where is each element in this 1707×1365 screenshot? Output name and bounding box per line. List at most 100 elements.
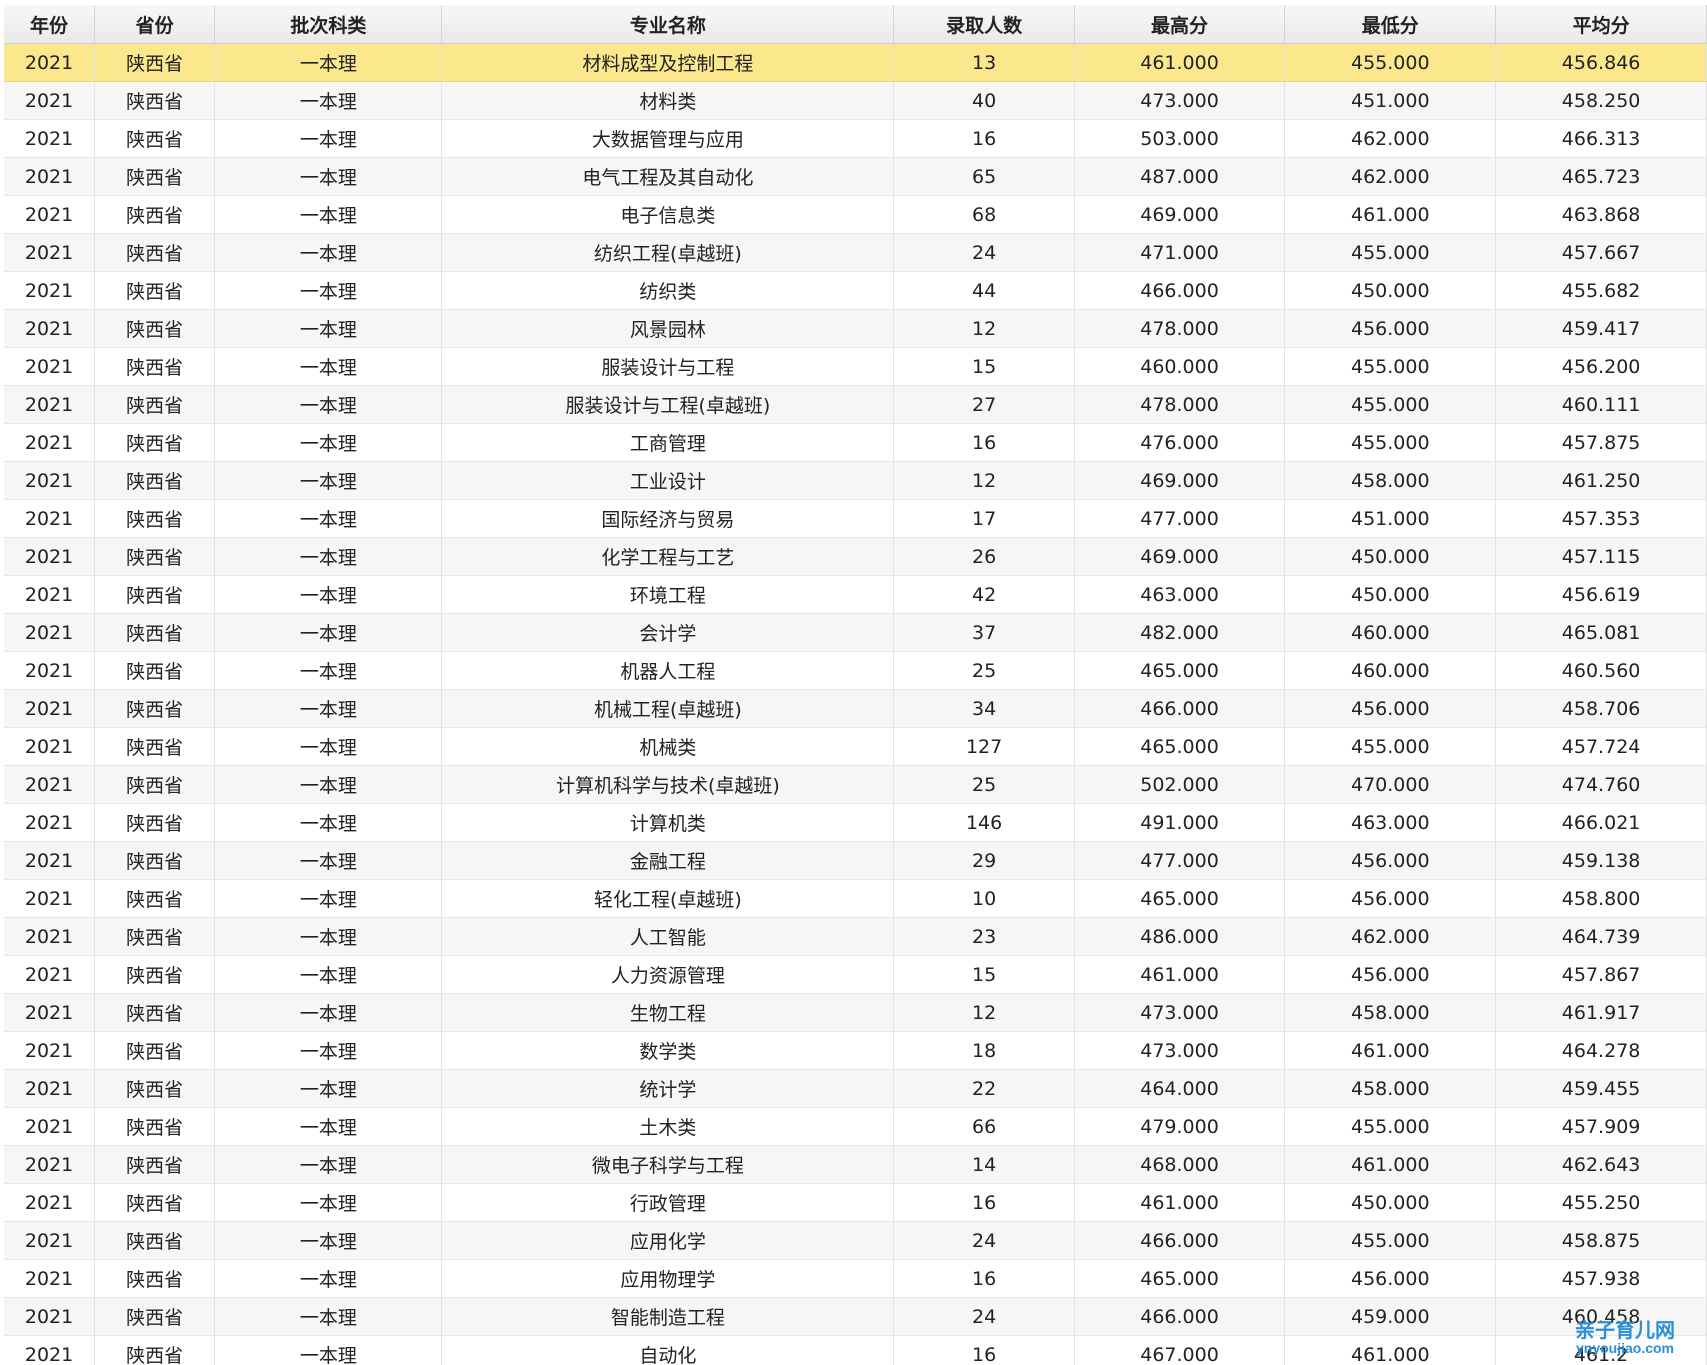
cell-province: 陕西省 — [94, 575, 216, 614]
cell-avg-score: 463.868 — [1495, 195, 1707, 234]
table-row[interactable]: 2021 陕西省 一本理 风景园林 12 478.000 456.000 459.417 — [4, 309, 1707, 348]
cell-batch: 一本理 — [214, 461, 443, 500]
table-row[interactable]: 2021 陕西省 一本理 服装设计与工程(卓越班) 27 478.000 455.000 46… — [4, 385, 1707, 424]
cell-enrolled: 12 — [893, 461, 1075, 500]
cell-enrolled: 16 — [893, 1335, 1075, 1365]
cell-avg-score: 466.313 — [1495, 119, 1707, 158]
table-row[interactable]: 2021 陕西省 一本理 纺织工程(卓越班) 24 471.000 455.000 457.6… — [4, 233, 1707, 272]
table-row[interactable]: 2021 陕西省 一本理 机械类 127 465.000 455.000 457.724 — [4, 727, 1707, 766]
cell-province: 陕西省 — [94, 993, 216, 1032]
cell-major: 机器人工程 — [441, 651, 895, 690]
table-row[interactable]: 2021 陕西省 一本理 材料类 40 473.000 451.000 458.250 — [4, 81, 1707, 120]
cell-max-score: 467.000 — [1074, 1335, 1286, 1365]
cell-max-score: 473.000 — [1074, 1031, 1286, 1070]
table-row[interactable]: 2021 陕西省 一本理 轻化工程(卓越班) 10 465.000 456.000 458.8… — [4, 879, 1707, 918]
cell-enrolled: 14 — [893, 1145, 1075, 1184]
watermark-title: 亲子育儿网 — [1575, 1318, 1675, 1342]
table-row[interactable]: 2021 陕西省 一本理 环境工程 42 463.000 450.000 456.619 — [4, 575, 1707, 614]
cell-enrolled: 24 — [893, 233, 1075, 272]
column-header-avg-score[interactable]: 平均分 — [1495, 5, 1707, 44]
cell-batch: 一本理 — [214, 309, 443, 348]
cell-major: 国际经济与贸易 — [441, 499, 895, 538]
cell-max-score: 478.000 — [1074, 385, 1286, 424]
cell-enrolled: 16 — [893, 119, 1075, 158]
cell-enrolled: 18 — [893, 1031, 1075, 1070]
column-header-enrolled[interactable]: 录取人数 — [893, 5, 1075, 44]
cell-province: 陕西省 — [94, 803, 216, 842]
cell-min-score: 455.000 — [1284, 1221, 1497, 1260]
table-row[interactable]: 2021 陕西省 一本理 应用化学 24 466.000 455.000 458.875 — [4, 1221, 1707, 1260]
table-row[interactable]: 2021 陕西省 一本理 智能制造工程 24 466.000 459.000 460.458 — [4, 1297, 1707, 1336]
table-row[interactable]: 2021 陕西省 一本理 自动化 16 467.000 461.000 461.2 — [4, 1335, 1707, 1365]
table-row[interactable]: 2021 陕西省 一本理 计算机科学与技术(卓越班) 25 502.000 470.000 4… — [4, 765, 1707, 804]
cell-max-score: 473.000 — [1074, 81, 1286, 120]
cell-batch: 一本理 — [214, 917, 443, 956]
cell-max-score: 479.000 — [1074, 1107, 1286, 1146]
cell-year: 2021 — [4, 1069, 96, 1108]
table-row[interactable]: 2021 陕西省 一本理 会计学 37 482.000 460.000 465.081 — [4, 613, 1707, 652]
cell-province: 陕西省 — [94, 537, 216, 576]
table-row[interactable]: 2021 陕西省 一本理 电气工程及其自动化 65 487.000 462.000 465.7… — [4, 157, 1707, 196]
table-row[interactable]: 2021 陕西省 一本理 化学工程与工艺 26 469.000 450.000 457.115 — [4, 537, 1707, 576]
column-header-min-score[interactable]: 最低分 — [1284, 5, 1497, 44]
column-header-batch[interactable]: 批次科类 — [214, 5, 443, 44]
table-row[interactable]: 2021 陕西省 一本理 生物工程 12 473.000 458.000 461.917 — [4, 993, 1707, 1032]
table-row[interactable]: 2021 陕西省 一本理 数学类 18 473.000 461.000 464.278 — [4, 1031, 1707, 1070]
cell-avg-score: 456.619 — [1495, 575, 1707, 614]
cell-max-score: 465.000 — [1074, 727, 1286, 766]
cell-batch: 一本理 — [214, 803, 443, 842]
cell-year: 2021 — [4, 1259, 96, 1298]
table-row[interactable]: 2021 陕西省 一本理 服装设计与工程 15 460.000 455.000 456.200 — [4, 347, 1707, 386]
cell-enrolled: 68 — [893, 195, 1075, 234]
cell-major: 轻化工程(卓越班) — [441, 879, 895, 918]
table-row[interactable]: 2021 陕西省 一本理 机械工程(卓越班) 34 466.000 456.000 458.7… — [4, 689, 1707, 728]
cell-year: 2021 — [4, 727, 96, 766]
table-row[interactable]: 2021 陕西省 一本理 微电子科学与工程 14 468.000 461.000 462.64… — [4, 1145, 1707, 1184]
table-row[interactable]: 2021 陕西省 一本理 国际经济与贸易 17 477.000 451.000 457.353 — [4, 499, 1707, 538]
cell-avg-score: 465.723 — [1495, 157, 1707, 196]
table-row[interactable]: 2021 陕西省 一本理 大数据管理与应用 16 503.000 462.000 466.31… — [4, 119, 1707, 158]
cell-province: 陕西省 — [94, 499, 216, 538]
table-row[interactable]: 2021 陕西省 一本理 统计学 22 464.000 458.000 459.455 — [4, 1069, 1707, 1108]
cell-max-score: 503.000 — [1074, 119, 1286, 158]
cell-batch: 一本理 — [214, 1297, 443, 1336]
cell-major: 纺织工程(卓越班) — [441, 233, 895, 272]
table-row[interactable]: 2021 陕西省 一本理 应用物理学 16 465.000 456.000 457.938 — [4, 1259, 1707, 1298]
table-row[interactable]: 2021 陕西省 一本理 人工智能 23 486.000 462.000 464.739 — [4, 917, 1707, 956]
table-row[interactable]: 2021 陕西省 一本理 土木类 66 479.000 455.000 457.909 — [4, 1107, 1707, 1146]
table-row[interactable]: 2021 陕西省 一本理 计算机类 146 491.000 463.000 466.021 — [4, 803, 1707, 842]
table-row-selected[interactable]: 2021 陕西省 一本理 材料成型及控制工程 13 461.000 455.000 456.8… — [4, 43, 1707, 82]
table-row[interactable]: 2021 陕西省 一本理 行政管理 16 461.000 450.000 455.250 — [4, 1183, 1707, 1222]
cell-major: 会计学 — [441, 613, 895, 652]
cell-year: 2021 — [4, 461, 96, 500]
cell-province: 陕西省 — [94, 955, 216, 994]
cell-enrolled: 12 — [893, 309, 1075, 348]
cell-avg-score: 460.111 — [1495, 385, 1707, 424]
cell-min-score: 461.000 — [1284, 195, 1497, 234]
cell-batch: 一本理 — [214, 993, 443, 1032]
cell-year: 2021 — [4, 195, 96, 234]
table-row[interactable]: 2021 陕西省 一本理 金融工程 29 477.000 456.000 459.138 — [4, 841, 1707, 880]
cell-min-score: 459.000 — [1284, 1297, 1497, 1336]
cell-batch: 一本理 — [214, 613, 443, 652]
column-header-major[interactable]: 专业名称 — [441, 5, 895, 44]
table-row[interactable]: 2021 陕西省 一本理 人力资源管理 15 461.000 456.000 457.867 — [4, 955, 1707, 994]
table-row[interactable]: 2021 陕西省 一本理 工商管理 16 476.000 455.000 457.875 — [4, 423, 1707, 462]
column-header-max-score[interactable]: 最高分 — [1074, 5, 1286, 44]
cell-year: 2021 — [4, 575, 96, 614]
cell-year: 2021 — [4, 955, 96, 994]
cell-year: 2021 — [4, 613, 96, 652]
cell-max-score: 477.000 — [1074, 499, 1286, 538]
cell-batch: 一本理 — [214, 157, 443, 196]
table-row[interactable]: 2021 陕西省 一本理 电子信息类 68 469.000 461.000 463.868 — [4, 195, 1707, 234]
table-row[interactable]: 2021 陕西省 一本理 纺织类 44 466.000 450.000 455.682 — [4, 271, 1707, 310]
table-row[interactable]: 2021 陕西省 一本理 工业设计 12 469.000 458.000 461.250 — [4, 461, 1707, 500]
cell-min-score: 470.000 — [1284, 765, 1497, 804]
column-header-province[interactable]: 省份 — [94, 5, 216, 44]
column-header-year[interactable]: 年份 — [4, 5, 96, 44]
table-row[interactable]: 2021 陕西省 一本理 机器人工程 25 465.000 460.000 460.560 — [4, 651, 1707, 690]
cell-batch: 一本理 — [214, 955, 443, 994]
cell-province: 陕西省 — [94, 461, 216, 500]
cell-avg-score: 457.724 — [1495, 727, 1707, 766]
cell-max-score: 476.000 — [1074, 423, 1286, 462]
